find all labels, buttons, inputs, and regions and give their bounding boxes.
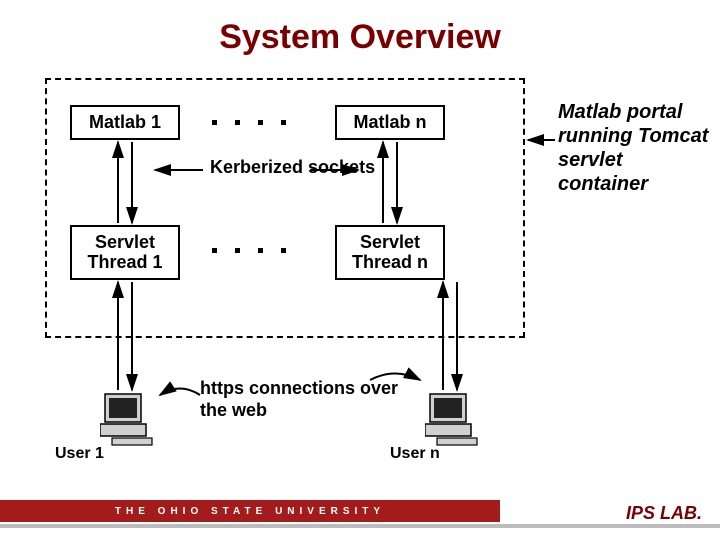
footer-university: THE OHIO STATE UNIVERSITY bbox=[0, 500, 500, 522]
computer-icon-user-n bbox=[425, 392, 485, 447]
footer-stripe bbox=[0, 524, 720, 528]
label-user-1: User 1 bbox=[55, 445, 104, 463]
ellipsis-servlet bbox=[212, 248, 286, 253]
computer-icon-user-1 bbox=[100, 392, 160, 447]
box-matlab-n: Matlab n bbox=[335, 105, 445, 140]
box-matlab-1: Matlab 1 bbox=[70, 105, 180, 140]
box-servlet-1: Servlet Thread 1 bbox=[70, 225, 180, 280]
label-kerberized-sockets: Kerberized sockets bbox=[210, 157, 375, 179]
footer-lab: IPS LAB. bbox=[626, 503, 702, 524]
ellipsis-matlab bbox=[212, 120, 286, 125]
label-https: https connections over the web bbox=[200, 378, 400, 421]
footer: THE OHIO STATE UNIVERSITY IPS LAB. bbox=[0, 500, 720, 540]
label-user-n: User n bbox=[390, 445, 440, 463]
page-title: System Overview bbox=[0, 18, 720, 57]
box-servlet-n: Servlet Thread n bbox=[335, 225, 445, 280]
annotation-portal: Matlab portal running Tomcat servlet con… bbox=[558, 100, 718, 196]
